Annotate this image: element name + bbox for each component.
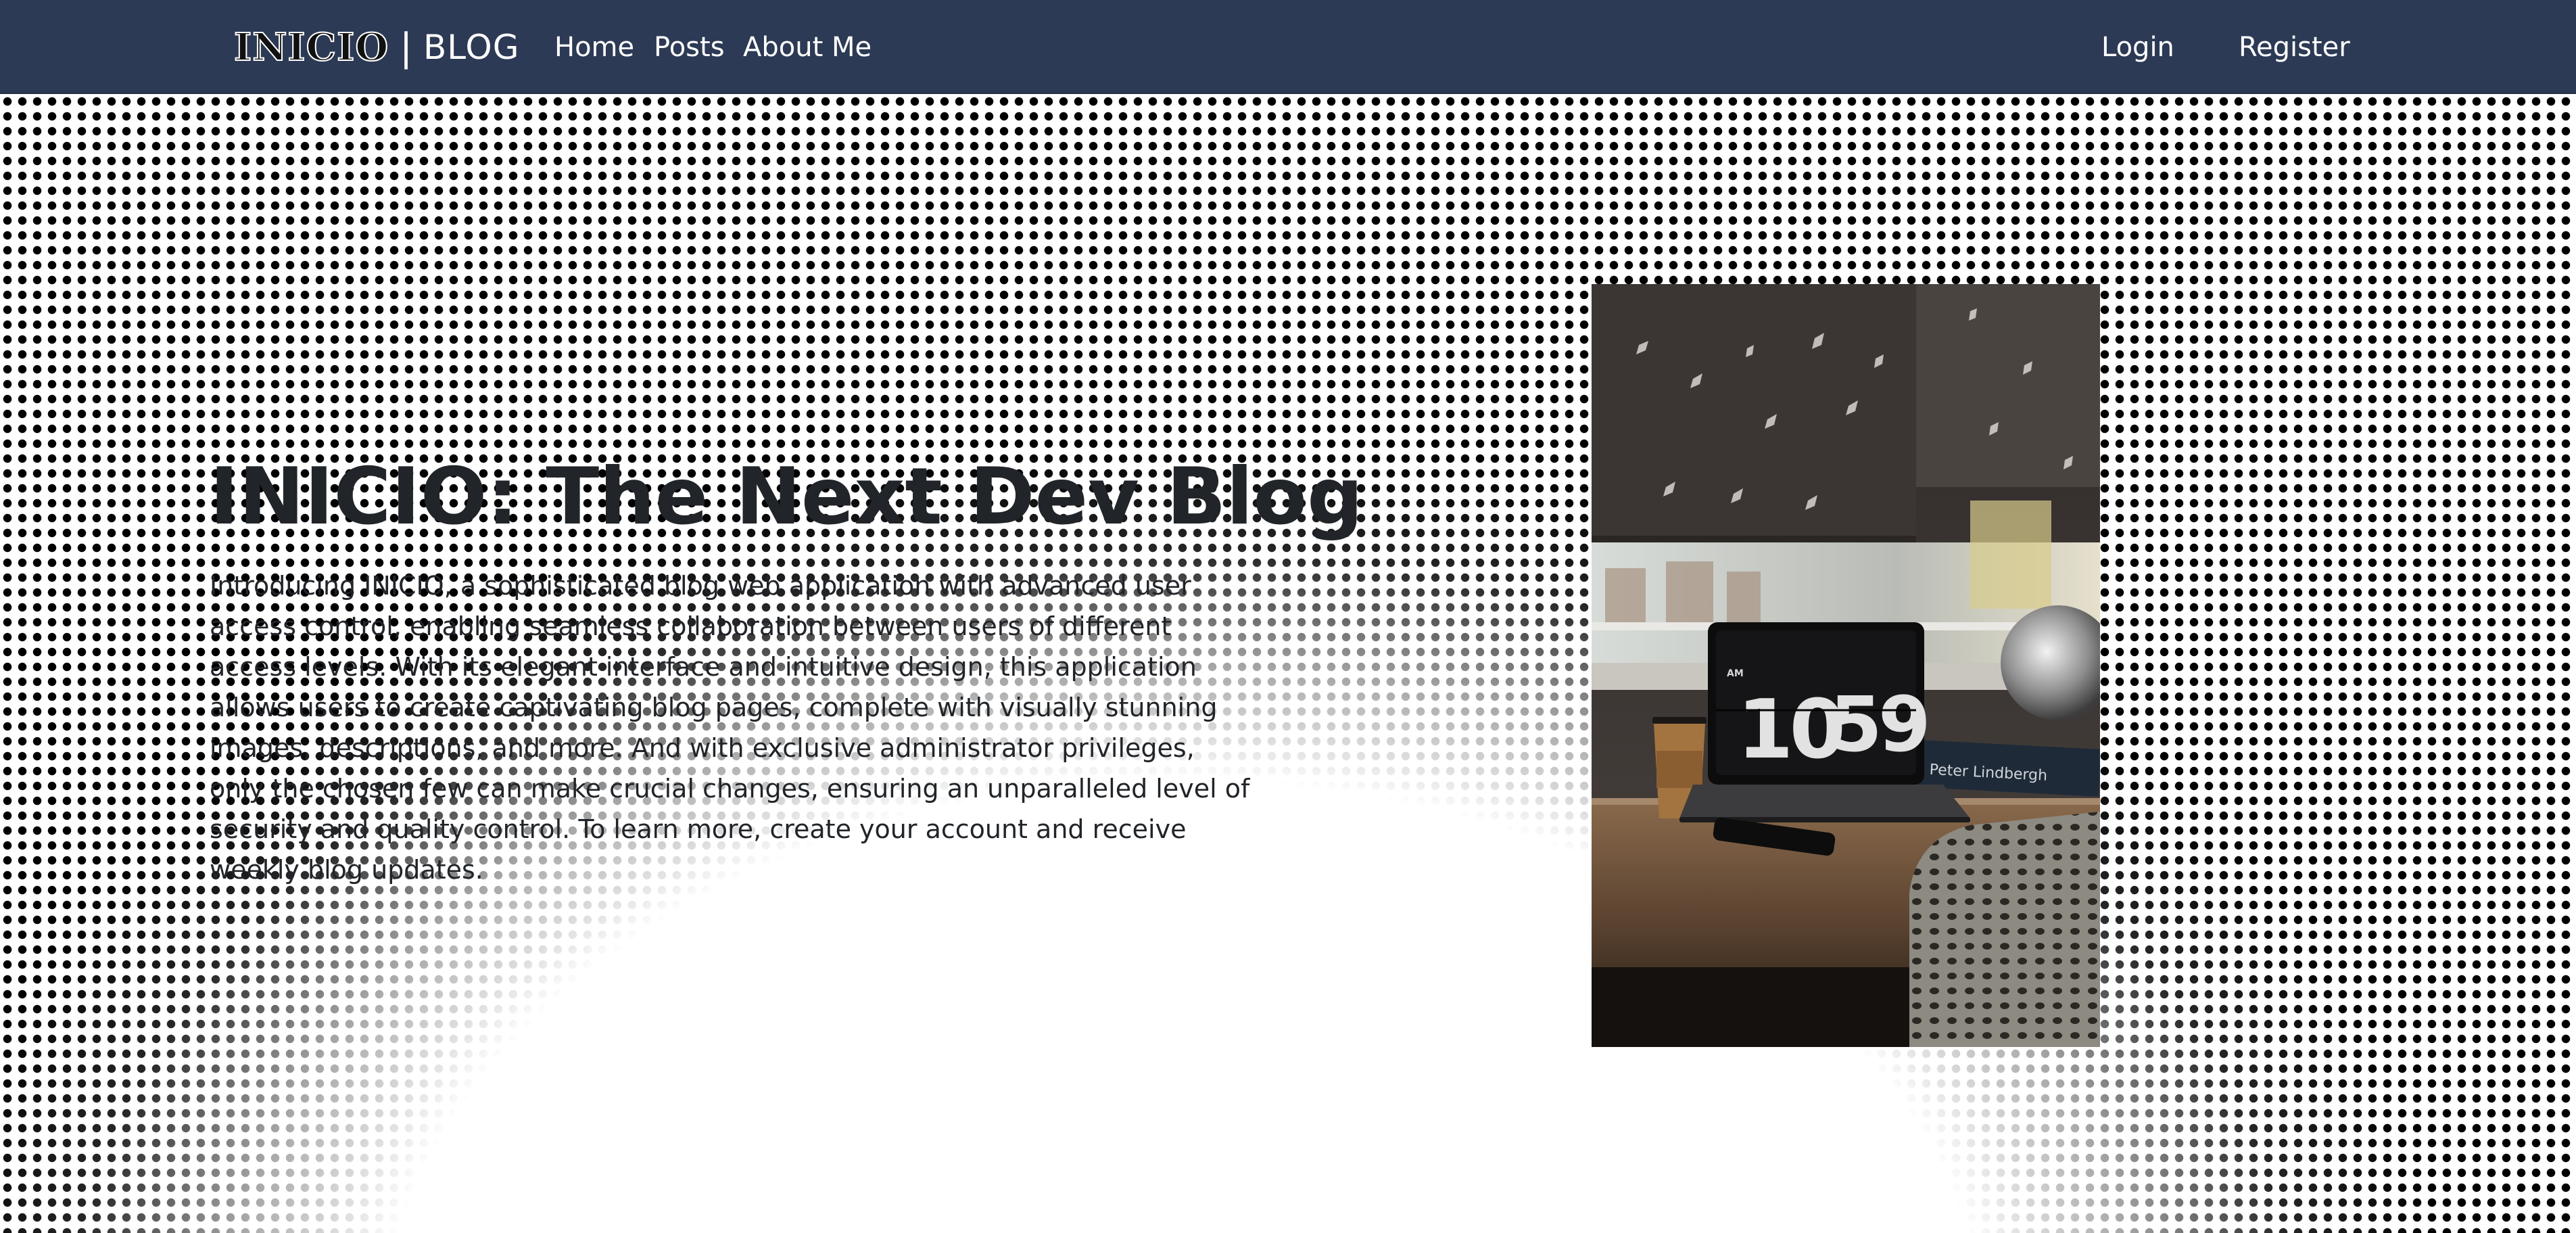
register-link[interactable]: Register	[2239, 28, 2350, 66]
nav-link-about[interactable]: About Me	[743, 28, 872, 66]
brand-subtitle: BLOG	[423, 28, 520, 67]
hero-image: Peter Lindbergh AM 10 59	[1592, 284, 2100, 1047]
hero-description: Introducing INICIO, a sophisticated blog…	[210, 571, 1250, 885]
hero-title: INICIO: The Next Dev Blog	[210, 451, 1364, 542]
clock-am-label: AM	[1727, 668, 1744, 679]
brand-separator: |	[400, 25, 412, 70]
navbar: INICIO | BLOG Home Posts About Me Login …	[0, 0, 2576, 94]
brand-logo[interactable]: INICIO | BLOG	[233, 24, 520, 70]
brand-name: INICIO	[233, 24, 389, 70]
page: INICIO | BLOG Home Posts About Me Login …	[0, 0, 2576, 1233]
nav-link-home[interactable]: Home	[554, 28, 634, 66]
clock-minute: 59	[1830, 681, 1927, 769]
nav-link-posts[interactable]: Posts	[654, 28, 725, 66]
clock-hour: 10	[1737, 683, 1842, 777]
desk-laptop-photo: Peter Lindbergh AM 10 59	[1592, 284, 2100, 1047]
login-link[interactable]: Login	[2101, 28, 2174, 66]
